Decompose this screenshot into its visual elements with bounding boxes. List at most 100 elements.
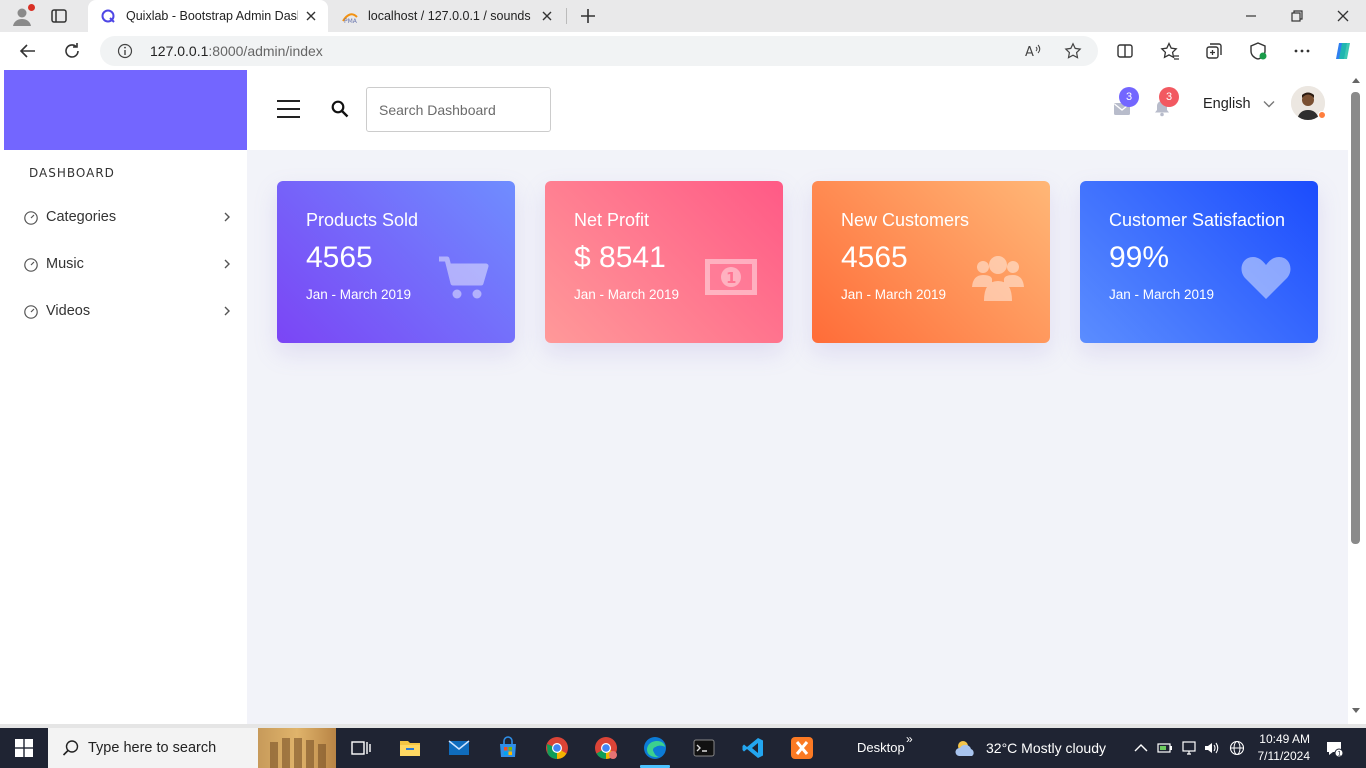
browser-tab-bar: Quixlab - Bootstrap Admin Dashb PMA loca… xyxy=(0,0,1366,32)
card-value: 4565 xyxy=(306,241,373,274)
taskbar-search-box[interactable]: Type here to search xyxy=(48,728,336,768)
stat-card-net-profit: Net Profit $ 8541 Jan - March 2019 1 xyxy=(545,181,783,343)
chrome-profile-icon[interactable] xyxy=(594,736,618,760)
copilot-icon[interactable] xyxy=(1333,41,1353,61)
scroll-up-icon[interactable] xyxy=(1351,76,1361,84)
close-window-icon[interactable] xyxy=(1335,8,1351,24)
weather-cloudy-icon[interactable] xyxy=(954,737,978,759)
chrome-icon[interactable] xyxy=(545,736,569,760)
read-aloud-icon[interactable]: A xyxy=(1024,42,1042,60)
speedometer-icon xyxy=(23,256,39,272)
site-info-icon[interactable] xyxy=(117,43,133,59)
toolbar-expand-icon[interactable]: » xyxy=(906,732,913,746)
refresh-icon[interactable] xyxy=(62,41,82,61)
clock-time: 10:49 AM xyxy=(1259,732,1310,746)
svg-text:PMA: PMA xyxy=(344,18,358,24)
card-title: Products Sold xyxy=(306,210,419,230)
svg-text:A: A xyxy=(1025,45,1034,60)
mail-app-icon[interactable] xyxy=(447,736,471,760)
close-tab-icon[interactable] xyxy=(540,9,554,23)
menu-toggle-icon[interactable] xyxy=(277,99,300,119)
online-status-dot xyxy=(1318,111,1326,119)
scrollbar-thumb[interactable] xyxy=(1351,92,1360,544)
xampp-icon[interactable] xyxy=(790,736,814,760)
close-tab-icon[interactable] xyxy=(304,9,318,23)
favorite-star-icon[interactable] xyxy=(1064,42,1082,60)
stat-card-customer-satisfaction: Customer Satisfaction 99% Jan - March 20… xyxy=(1080,181,1318,343)
windows-start-icon[interactable] xyxy=(15,739,33,757)
card-title: Net Profit xyxy=(574,210,650,230)
notification-count-badge: 3 xyxy=(1159,87,1179,107)
windows-taskbar: Type here to search Desktop » 32°C Mostl… xyxy=(0,728,1366,768)
more-options-icon[interactable] xyxy=(1292,41,1312,61)
card-period: Jan - March 2019 xyxy=(574,287,680,302)
dashboard-app: DASHBOARD Categories Music Videos Search… xyxy=(4,70,1348,724)
favorites-icon[interactable] xyxy=(1160,41,1180,61)
card-period: Jan - March 2019 xyxy=(841,287,947,302)
new-tab-icon[interactable] xyxy=(578,6,598,26)
tab-quixlab[interactable]: Quixlab - Bootstrap Admin Dashb xyxy=(88,0,328,32)
chevron-right-icon xyxy=(221,258,233,270)
stat-card-new-customers: New Customers 4565 Jan - March 2019 xyxy=(812,181,1050,343)
edge-icon[interactable] xyxy=(643,736,667,760)
brand-logo-area[interactable] xyxy=(4,70,247,150)
minimize-icon[interactable] xyxy=(1243,8,1259,24)
network-icon[interactable] xyxy=(1181,740,1197,756)
address-toolbar: 127.0.0.1:8000/admin/index A xyxy=(0,32,1366,70)
sidebar-item-music[interactable]: Music xyxy=(23,252,233,276)
volume-icon[interactable] xyxy=(1203,740,1219,756)
show-hidden-icons-icon[interactable] xyxy=(1133,740,1149,756)
chevron-down-icon xyxy=(1263,98,1275,110)
url-text: 127.0.0.1:8000/admin/index xyxy=(150,43,323,59)
sidebar: DASHBOARD Categories Music Videos xyxy=(4,70,247,724)
clock-date: 7/11/2024 xyxy=(1257,749,1311,763)
tab-title: Quixlab - Bootstrap Admin Dashb xyxy=(126,9,298,23)
chevron-right-icon xyxy=(221,211,233,223)
users-icon xyxy=(972,253,1024,301)
tab-actions-icon[interactable] xyxy=(50,7,68,25)
search-icon xyxy=(62,739,80,757)
profile-icon[interactable] xyxy=(11,4,35,27)
vscode-icon[interactable] xyxy=(741,736,765,760)
sidebar-item-categories[interactable]: Categories xyxy=(23,205,233,229)
microsoft-store-icon[interactable] xyxy=(496,736,520,760)
split-screen-icon[interactable] xyxy=(1115,41,1135,61)
battery-icon[interactable] xyxy=(1157,740,1173,756)
sidebar-item-videos[interactable]: Videos xyxy=(23,299,233,323)
page-scrollbar[interactable] xyxy=(1348,70,1366,724)
stat-card-products-sold: Products Sold 4565 Jan - March 2019 xyxy=(277,181,515,343)
language-label: English xyxy=(1203,96,1251,112)
card-title: New Customers xyxy=(841,210,970,230)
restore-icon[interactable] xyxy=(1289,8,1305,24)
weather-text[interactable]: 32°C Mostly cloudy xyxy=(986,740,1106,756)
search-icon[interactable] xyxy=(331,100,349,118)
taskbar-search-placeholder: Type here to search xyxy=(88,740,217,756)
card-title: Customer Satisfaction xyxy=(1109,210,1286,230)
scroll-down-icon[interactable] xyxy=(1351,707,1361,715)
browser-essentials-icon[interactable] xyxy=(1248,41,1268,61)
card-period: Jan - March 2019 xyxy=(1109,287,1215,302)
language-selector[interactable]: English xyxy=(1203,96,1275,112)
phpmyadmin-favicon-icon: PMA xyxy=(342,8,358,25)
url-bar[interactable]: 127.0.0.1:8000/admin/index A xyxy=(100,36,1098,66)
task-view-icon[interactable] xyxy=(349,736,373,760)
search-highlight-image xyxy=(258,728,336,768)
system-clock[interactable]: 10:49 AM 7/11/2024 xyxy=(1255,731,1311,765)
terminal-icon[interactable] xyxy=(692,736,716,760)
chevron-right-icon xyxy=(221,305,233,317)
quixlab-favicon-icon xyxy=(100,8,116,24)
svg-text:1: 1 xyxy=(726,269,736,287)
tab-title: localhost / 127.0.0.1 / sounds / c xyxy=(368,9,534,23)
heart-icon xyxy=(1240,253,1292,301)
collections-icon[interactable] xyxy=(1204,41,1224,61)
search-input[interactable] xyxy=(366,87,551,132)
notification-count: 1 xyxy=(1337,750,1341,758)
file-explorer-icon[interactable] xyxy=(398,736,422,760)
back-icon[interactable] xyxy=(18,41,38,61)
tab-phpmyadmin[interactable]: PMA localhost / 127.0.0.1 / sounds / c xyxy=(330,0,564,32)
language-globe-icon[interactable] xyxy=(1229,740,1245,756)
desktop-toolbar-label[interactable]: Desktop xyxy=(857,740,905,755)
card-value: 4565 xyxy=(841,241,908,274)
cart-icon xyxy=(437,253,489,301)
notification-center-icon[interactable]: 1 xyxy=(1325,739,1344,758)
